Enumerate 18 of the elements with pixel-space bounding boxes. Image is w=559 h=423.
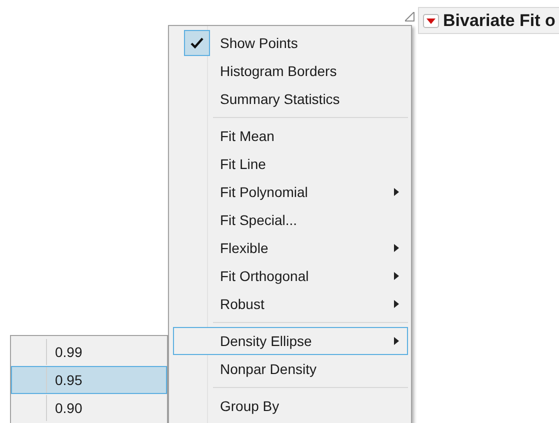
menu-item[interactable]: Nonpar Density bbox=[173, 355, 408, 383]
menu-item[interactable]: Fit Orthogonal bbox=[173, 262, 408, 290]
menu-item[interactable]: Density Ellipse bbox=[173, 327, 408, 355]
menu-item[interactable]: Fit Line bbox=[173, 150, 408, 178]
menu-item[interactable]: Flexible bbox=[173, 234, 408, 262]
menu-item[interactable]: Fit Special... bbox=[173, 206, 408, 234]
submenu-item[interactable]: 0.99 bbox=[11, 338, 167, 366]
report-title: Bivariate Fit o bbox=[443, 10, 556, 32]
menu-item[interactable]: Robust bbox=[173, 290, 408, 318]
menu-item[interactable]: Histogram Borders bbox=[173, 57, 408, 85]
menu-item[interactable]: Summary Statistics bbox=[173, 85, 408, 113]
menu-item[interactable]: Fit Mean bbox=[173, 122, 408, 150]
menu-item[interactable]: Fit Polynomial bbox=[173, 178, 408, 206]
submenu-item[interactable]: 0.90 bbox=[11, 394, 167, 422]
menu-item[interactable]: Group By bbox=[173, 392, 408, 420]
menu-item[interactable]: Show Points bbox=[173, 29, 408, 57]
submenu-item[interactable]: 0.95 bbox=[11, 366, 167, 394]
resize-corner-icon[interactable] bbox=[405, 12, 415, 22]
